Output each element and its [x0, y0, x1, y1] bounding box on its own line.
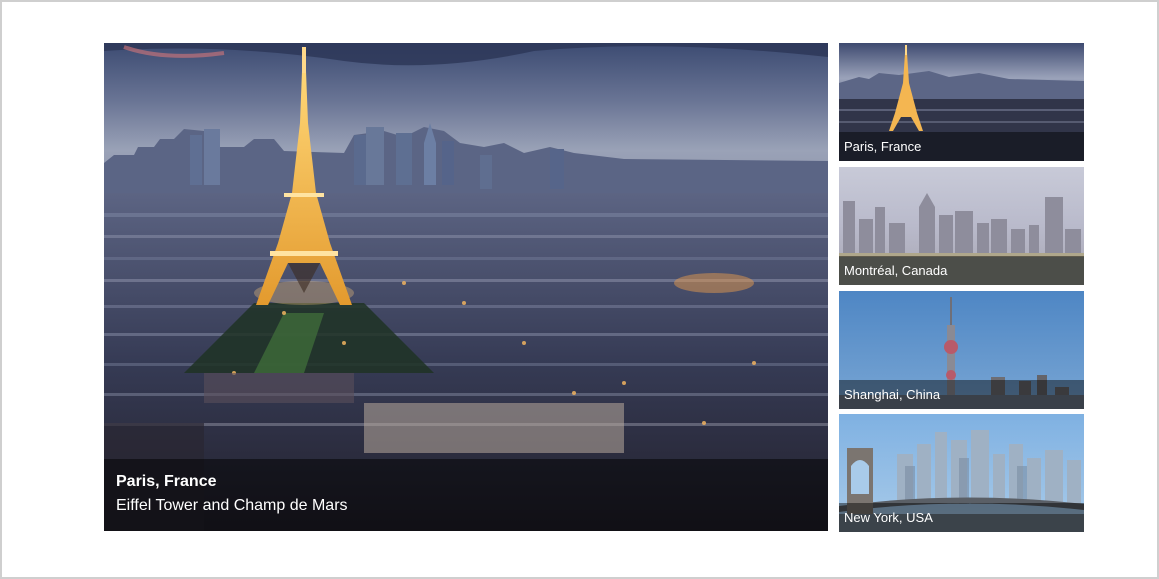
slider-frame: Paris, France Eiffel Tower and Champ de … [0, 0, 1159, 579]
thumbnail-caption: Paris, France [839, 132, 1084, 161]
thumbnail-caption: Shanghai, China [839, 380, 1084, 409]
thumbnail-caption: Montréal, Canada [839, 256, 1084, 285]
thumbnail-new-york[interactable]: New York, USA [839, 414, 1084, 532]
thumbnail-label: Paris, France [844, 139, 922, 154]
thumbnail-label: New York, USA [844, 510, 933, 525]
thumbnail-label: Shanghai, China [844, 387, 941, 402]
main-caption-subtitle: Eiffel Tower and Champ de Mars [116, 497, 348, 514]
main-caption: Paris, France Eiffel Tower and Champ de … [104, 459, 828, 531]
thumbnail-montreal[interactable]: Montréal, Canada [839, 167, 1084, 285]
thumbnail-paris[interactable]: Paris, France [839, 43, 1084, 161]
paris-main-photo [104, 43, 828, 531]
main-caption-title: Paris, France [116, 473, 217, 490]
main-slide: Paris, France Eiffel Tower and Champ de … [104, 43, 828, 531]
thumbnail-shanghai[interactable]: Shanghai, China [839, 291, 1084, 409]
thumbnail-caption: New York, USA [839, 503, 1084, 532]
thumbnail-label: Montréal, Canada [844, 263, 948, 278]
